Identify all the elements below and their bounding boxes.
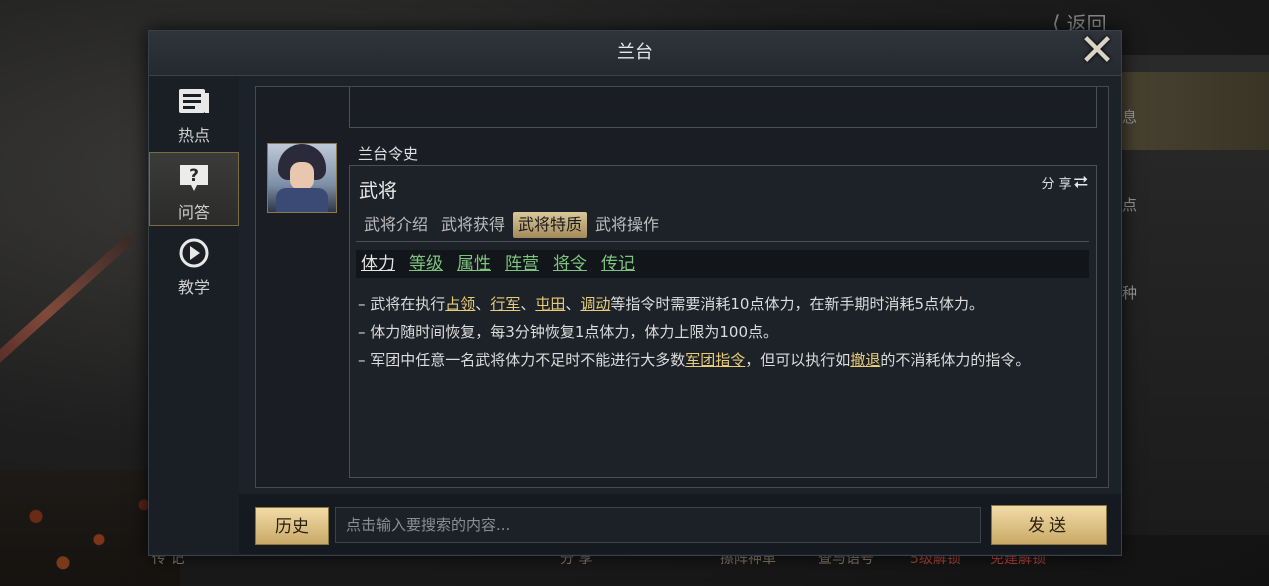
answer-card: 武将 分 享 ⮂ 武将介绍 武将获得 武将特质 武将操作 体力 等级 属性 阵营 将令 传记 – … bbox=[349, 165, 1097, 478]
lantai-dialog: 兰台 热点 ? 问答 教学 兰台令史 武将 分 享 ⮂ 武将介绍 武将获得 武将… bbox=[148, 30, 1122, 556]
link-retreat[interactable]: 撤退 bbox=[850, 351, 880, 369]
link-occupy[interactable]: 占领 bbox=[445, 295, 475, 313]
sidebar-item-label: 问答 bbox=[177, 203, 210, 222]
question-icon: ? bbox=[177, 163, 211, 193]
answer-line: – 武将在执行占领、行军、屯田、调动等指令时需要消耗10点体力，在新手期时消耗5… bbox=[358, 295, 985, 313]
link-farm[interactable]: 屯田 bbox=[535, 295, 565, 313]
dialog-title: 兰台 bbox=[149, 31, 1121, 76]
input-bar: 历史 发送 bbox=[239, 494, 1121, 554]
answer-line: – 军团中任意一名武将体力不足时不能进行大多数军团指令，但可以执行如撤退的不消耗… bbox=[358, 351, 1031, 369]
search-input[interactable] bbox=[335, 507, 981, 543]
sidebar-item-label: 教学 bbox=[177, 278, 210, 297]
background-right-item[interactable]: 种 bbox=[1110, 248, 1269, 326]
link-march[interactable]: 行军 bbox=[490, 295, 520, 313]
link-legion-orders[interactable]: 军团指令 bbox=[685, 351, 745, 369]
subtab-faction[interactable]: 阵营 bbox=[505, 250, 539, 278]
answer-line: – 体力随时间恢复，每3分钟恢复1点体力，体力上限为100点。 bbox=[358, 323, 778, 341]
link-transfer[interactable]: 调动 bbox=[580, 295, 610, 313]
close-icon[interactable]: ✕ bbox=[1076, 29, 1118, 73]
send-button[interactable]: 发送 bbox=[991, 505, 1107, 545]
play-icon bbox=[177, 238, 211, 268]
subtab-biography[interactable]: 传记 bbox=[601, 250, 635, 278]
tab-operation[interactable]: 武将操作 bbox=[590, 212, 664, 238]
subtab-attributes[interactable]: 属性 bbox=[457, 250, 491, 278]
history-button[interactable]: 历史 bbox=[255, 507, 329, 545]
share-label: 分 享 bbox=[1041, 177, 1072, 192]
tab-obtain[interactable]: 武将获得 bbox=[436, 212, 510, 238]
sidebar-item-tutorial[interactable]: 教学 bbox=[149, 228, 239, 302]
share-button[interactable]: 分 享 ⮂ bbox=[1041, 172, 1088, 193]
sidebar: 热点 ? 问答 教学 bbox=[149, 76, 239, 554]
avatar bbox=[267, 143, 337, 213]
background-right-item[interactable]: 点 bbox=[1110, 160, 1269, 238]
answer-text: – 武将在执行占领、行军、屯田、调动等指令时需要消耗10点体力，在新手期时消耗5… bbox=[358, 290, 1088, 374]
news-list-icon bbox=[177, 86, 211, 116]
share-icon: ⮂ bbox=[1073, 172, 1088, 193]
background-sword bbox=[0, 234, 135, 369]
tab-bar: 武将介绍 武将获得 武将特质 武将操作 bbox=[359, 212, 667, 238]
tab-traits[interactable]: 武将特质 bbox=[513, 212, 588, 238]
sidebar-item-label: 热点 bbox=[177, 126, 210, 145]
sidebar-item-qa[interactable]: ? 问答 bbox=[149, 152, 239, 226]
subtab-orders[interactable]: 将令 bbox=[553, 250, 587, 278]
subtab-bar: 体力 等级 属性 阵营 将令 传记 bbox=[356, 250, 1089, 278]
svg-text:?: ? bbox=[189, 166, 199, 186]
tab-intro[interactable]: 武将介绍 bbox=[359, 212, 433, 238]
divider bbox=[356, 241, 1089, 242]
subtab-level[interactable]: 等级 bbox=[409, 250, 443, 278]
sidebar-item-hot[interactable]: 热点 bbox=[149, 76, 239, 150]
card-title: 武将 bbox=[359, 180, 398, 202]
previous-message-box bbox=[349, 87, 1097, 128]
chat-content[interactable]: 兰台令史 武将 分 享 ⮂ 武将介绍 武将获得 武将特质 武将操作 体力 等级 属性 阵营 将令… bbox=[255, 86, 1109, 488]
background-right-item[interactable]: 息 bbox=[1110, 72, 1269, 150]
speaker-name: 兰台令史 bbox=[358, 145, 419, 163]
subtab-stamina[interactable]: 体力 bbox=[361, 250, 395, 278]
